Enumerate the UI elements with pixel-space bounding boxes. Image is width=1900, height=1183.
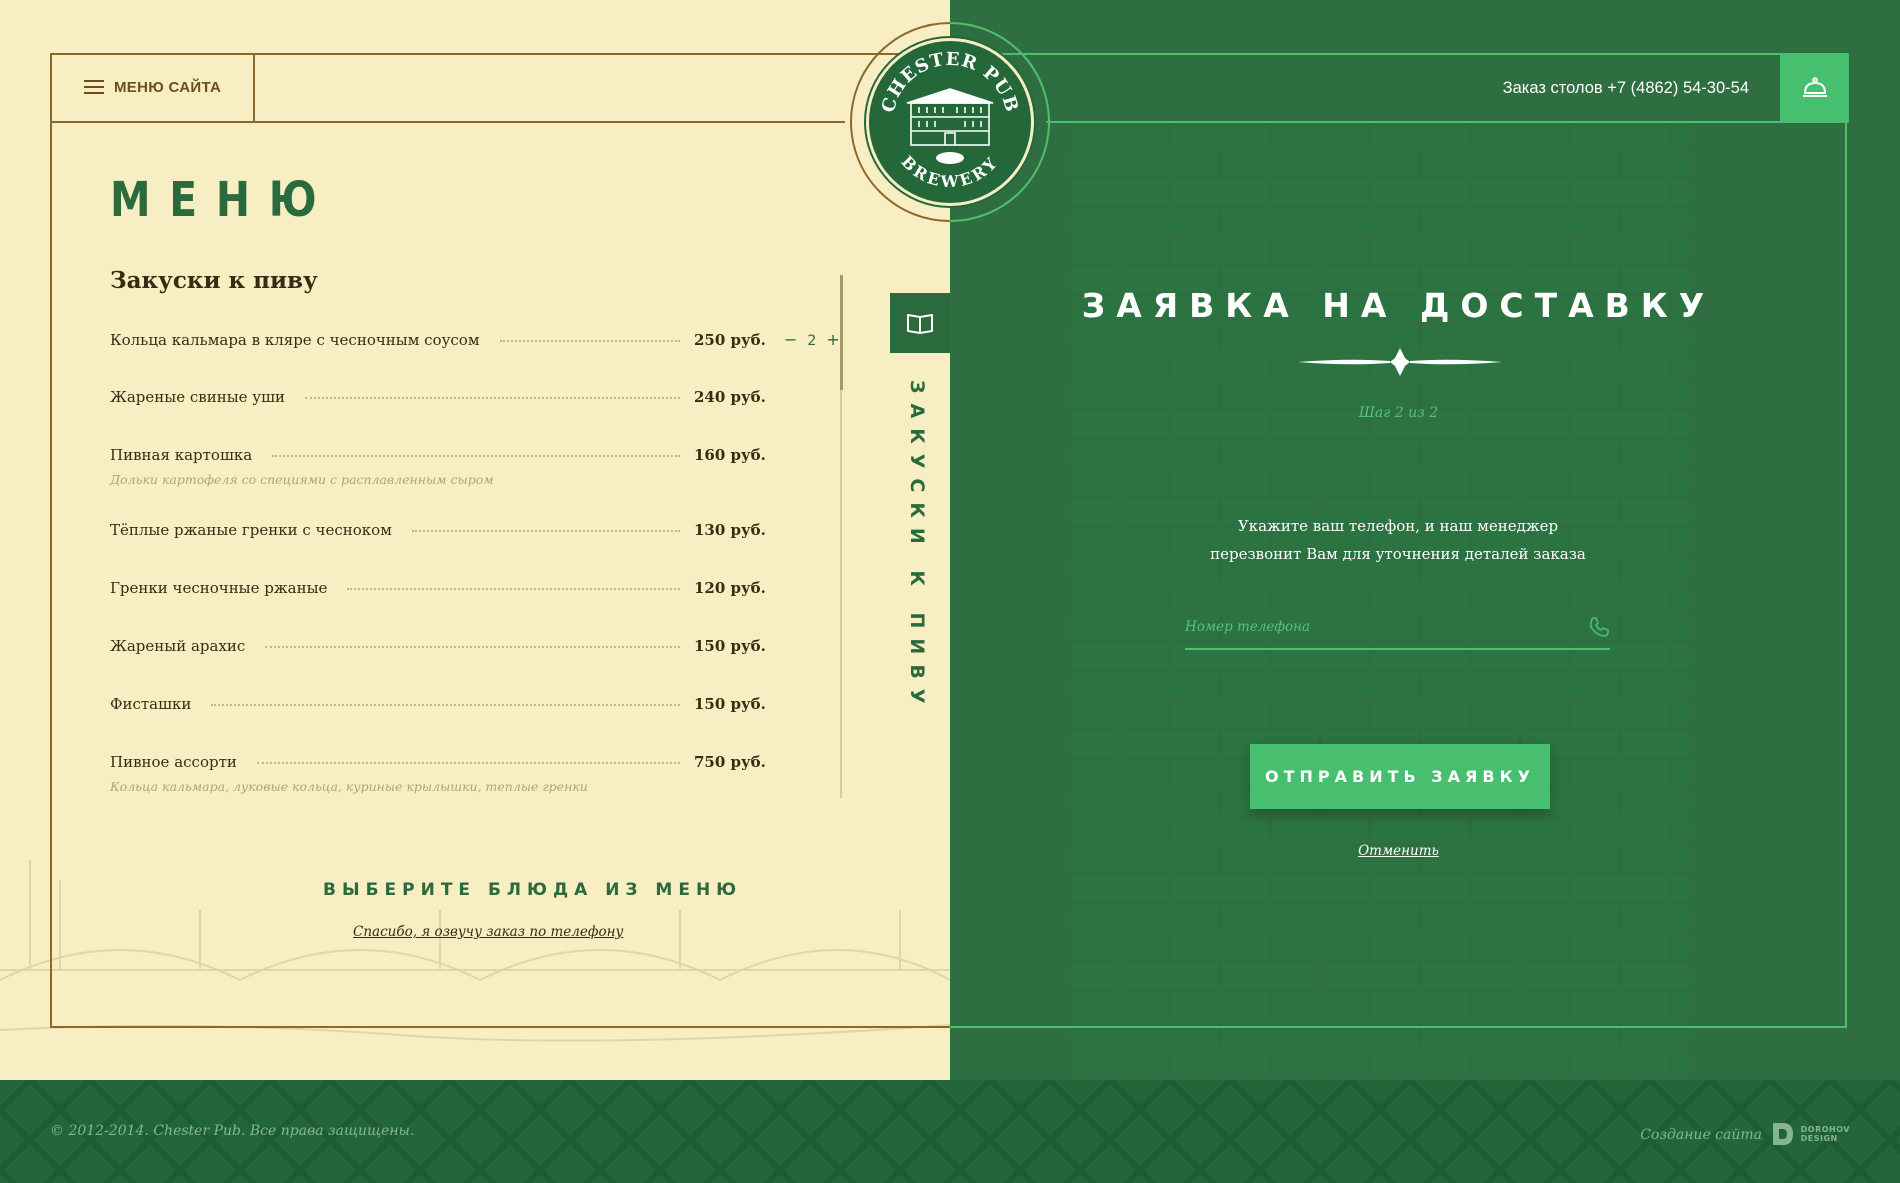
quantity-stepper: − 2 + [770, 330, 840, 349]
menu-item-name: Жареный арахис [110, 637, 246, 655]
dotted-leader [499, 340, 680, 342]
menu-item[interactable]: Гренки чесночные ржаные 120 руб. [110, 579, 830, 637]
menu-scrollbar-thumb[interactable] [840, 275, 843, 390]
menu-item-name: Гренки чесночные ржаные [110, 579, 328, 597]
menu-item-price: 150 руб. [694, 637, 766, 655]
table-reservation-phone[interactable]: Заказ столов +7 (4862) 54-30-54 [1503, 79, 1749, 98]
minus-button[interactable]: − [784, 330, 797, 349]
category-vertical-label[interactable]: ЗАКУСКИ К ПИВУ [906, 380, 928, 713]
order-bell-button[interactable] [1780, 53, 1849, 123]
menu-item[interactable]: Тёплые ржаные гренки с чесноком 130 руб. [110, 521, 830, 579]
hamburger-icon [84, 80, 104, 94]
menu-item-price: 250 руб. [694, 331, 766, 349]
quantity-value: 2 [807, 333, 817, 349]
instructions-line: перезвонит Вам для уточнения деталей зак… [1210, 545, 1586, 563]
menu-item-name: Жареные свиные уши [110, 388, 286, 406]
svg-text:CHESTER PUB: CHESTER PUB [878, 49, 1023, 115]
menu-item-price: 120 руб. [694, 579, 766, 597]
phone-icon [1589, 617, 1609, 637]
dotted-leader [265, 646, 680, 648]
category-tab-button[interactable] [890, 293, 950, 353]
chester-pub-emblem: CHESTER PUB BREWERY [878, 49, 1023, 191]
submit-order-button[interactable]: ОТПРАВИТЬ ЗАЯВКУ [1250, 744, 1550, 809]
crest-icon [936, 152, 964, 164]
building-icon [906, 88, 994, 146]
bell-icon [1802, 77, 1827, 97]
divider-line [1046, 121, 1780, 123]
instructions-line: Укажите ваш телефон, и наш менеджер [1237, 517, 1559, 535]
menu-item-price: 240 руб. [694, 388, 766, 406]
dotted-leader [211, 704, 680, 706]
menu-item-description: Дольки картофеля со специями с расплавле… [110, 472, 494, 487]
developer-name: DOROHOV DESIGN [1801, 1125, 1850, 1143]
book-icon [907, 314, 933, 334]
menu-item[interactable]: Жареные свиные уши 240 руб. [110, 388, 830, 446]
section-title: Закуски к пиву [110, 267, 318, 294]
menu-item-price: 750 руб. [694, 753, 766, 771]
phone-input[interactable] [1185, 619, 1545, 635]
dotted-leader [305, 397, 680, 399]
page-title: МЕНЮ [110, 172, 336, 228]
menu-item-name: Пивное ассорти [110, 753, 237, 771]
menu-item-description: Кольца кальмара, луковые кольца, куриные… [110, 779, 588, 794]
developer-name-line: DESIGN [1800, 1134, 1838, 1143]
made-by-label: Создание сайта [1640, 1127, 1762, 1143]
divider-line [255, 121, 845, 123]
menu-item-name: Фисташки [110, 695, 192, 713]
menu-item-name: Кольца кальмара в кляре с чесночным соус… [110, 331, 480, 349]
menu-item[interactable]: Кольца кальмара в кляре с чесночным соус… [110, 330, 840, 388]
menu-item-price: 150 руб. [694, 695, 766, 713]
choose-dishes-title: ВЫБЕРИТЕ БЛЮДА ИЗ МЕНЮ [323, 880, 743, 900]
menu-item[interactable]: Пивное ассорти 750 руб. Кольца кальмара,… [110, 753, 830, 828]
logo-top-text: CHESTER PUB [878, 49, 1022, 115]
order-instructions: Укажите ваш телефон, и наш менеджер пере… [1208, 512, 1588, 568]
menu-item-price: 160 руб. [694, 446, 766, 464]
plus-button[interactable]: + [826, 330, 839, 349]
dotted-leader [347, 588, 680, 590]
copyright-text: © 2012-2014. Chester Pub. Все права защи… [50, 1123, 415, 1139]
ornament-divider [1298, 348, 1502, 376]
step-indicator: Шаг 2 из 2 [1358, 405, 1439, 421]
menu-item[interactable]: Жареный арахис 150 руб. [110, 637, 830, 695]
chester-pub-logo[interactable]: CHESTER PUB BREWERY [866, 38, 1034, 206]
dotted-leader [272, 455, 680, 457]
menu-item[interactable]: Пивная картошка 160 руб. Дольки картофел… [110, 446, 830, 521]
order-by-phone-link[interactable]: Спасибо, я озвучу заказ по телефону [353, 924, 623, 940]
site-menu-label: МЕНЮ САЙТА [114, 78, 222, 96]
phone-field[interactable] [1185, 606, 1610, 650]
menu-list: Кольца кальмара в кляре с чесночным соус… [110, 330, 840, 828]
menu-item[interactable]: Фисташки 150 руб. [110, 695, 830, 753]
dorohov-d-icon [1772, 1123, 1793, 1145]
menu-item-name: Тёплые ржаные гренки с чесноком [110, 521, 392, 539]
delivery-order-title: ЗАЯВКА НА ДОСТАВКУ [1081, 286, 1716, 325]
developer-name-line: DOROHOV [1800, 1125, 1850, 1134]
menu-item-price: 130 руб. [694, 521, 766, 539]
cancel-link[interactable]: Отменить [950, 843, 1847, 859]
dotted-leader [256, 762, 680, 764]
developer-logo-link[interactable]: DOROHOV DESIGN [1771, 1121, 1850, 1147]
menu-item-name: Пивная картошка [110, 446, 253, 464]
dotted-leader [411, 530, 680, 532]
site-menu-button[interactable]: МЕНЮ САЙТА [50, 53, 255, 123]
